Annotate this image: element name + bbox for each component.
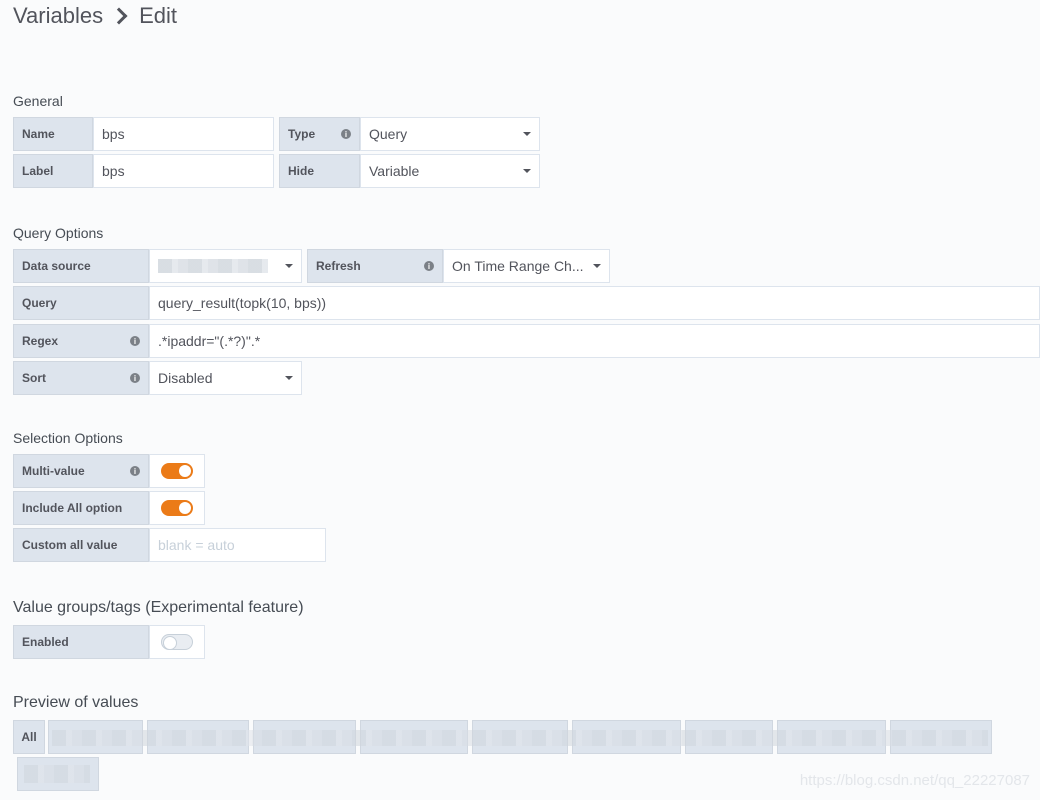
- hide-select[interactable]: Variable: [360, 154, 540, 188]
- enabled-switch-container: [149, 625, 205, 659]
- regex-input[interactable]: .*ipaddr="(.*?)".*: [149, 324, 1040, 358]
- info-icon[interactable]: i: [130, 373, 140, 383]
- watermark: https://blog.csdn.net/qq_22227087: [799, 772, 1030, 789]
- enabled-toggle[interactable]: [161, 634, 193, 650]
- enabled-label: Enabled: [13, 625, 149, 659]
- multi-value-switch-container: [149, 454, 205, 488]
- custom-all-input[interactable]: blank = auto: [149, 528, 326, 562]
- redacted-value: [158, 259, 268, 273]
- breadcrumb: Variables Edit: [13, 3, 177, 29]
- hide-label: Hide: [279, 154, 360, 188]
- section-title-selection-options: Selection Options: [13, 430, 123, 446]
- custom-all-label: Custom all value: [13, 528, 149, 562]
- preview-value-all: All: [13, 720, 45, 754]
- caret-down-icon: [523, 132, 531, 136]
- refresh-label: Refresh i: [307, 249, 443, 283]
- multi-value-label: Multi-value i: [13, 454, 149, 488]
- info-icon[interactable]: i: [341, 129, 351, 139]
- include-all-toggle[interactable]: [161, 500, 193, 516]
- label-input[interactable]: bps: [93, 154, 274, 188]
- sort-select[interactable]: Disabled: [149, 361, 302, 395]
- caret-down-icon: [285, 264, 293, 268]
- chevron-right-icon: [110, 7, 128, 25]
- info-icon[interactable]: i: [130, 466, 140, 476]
- caret-down-icon: [593, 264, 601, 268]
- breadcrumb-current: Edit: [139, 3, 178, 28]
- redaction-blur: [52, 730, 988, 746]
- multi-value-toggle[interactable]: [161, 463, 193, 479]
- refresh-select[interactable]: On Time Range Ch...: [443, 249, 610, 283]
- type-label: Type i: [279, 117, 360, 151]
- name-label: Name: [13, 117, 93, 151]
- include-all-label: Include All option: [13, 491, 149, 525]
- type-select[interactable]: Query: [360, 117, 540, 151]
- datasource-label: Data source: [13, 249, 149, 283]
- info-icon[interactable]: i: [130, 336, 140, 346]
- section-title-general: General: [13, 93, 63, 109]
- regex-label: Regex i: [13, 324, 149, 358]
- datasource-select[interactable]: [149, 249, 302, 283]
- info-icon[interactable]: i: [424, 261, 434, 271]
- sort-label: Sort i: [13, 361, 149, 395]
- query-input[interactable]: query_result(topk(10, bps)): [149, 286, 1040, 320]
- name-input[interactable]: bps: [93, 117, 274, 151]
- caret-down-icon: [523, 169, 531, 173]
- breadcrumb-parent[interactable]: Variables: [13, 3, 103, 29]
- caret-down-icon: [285, 376, 293, 380]
- label-label: Label: [13, 154, 93, 188]
- include-all-switch-container: [149, 491, 205, 525]
- query-label: Query: [13, 286, 149, 320]
- section-title-preview: Preview of values: [13, 694, 139, 711]
- section-title-query-options: Query Options: [13, 225, 104, 241]
- section-title-value-groups: Value groups/tags (Experimental feature): [13, 599, 304, 616]
- redaction-blur: [24, 765, 90, 783]
